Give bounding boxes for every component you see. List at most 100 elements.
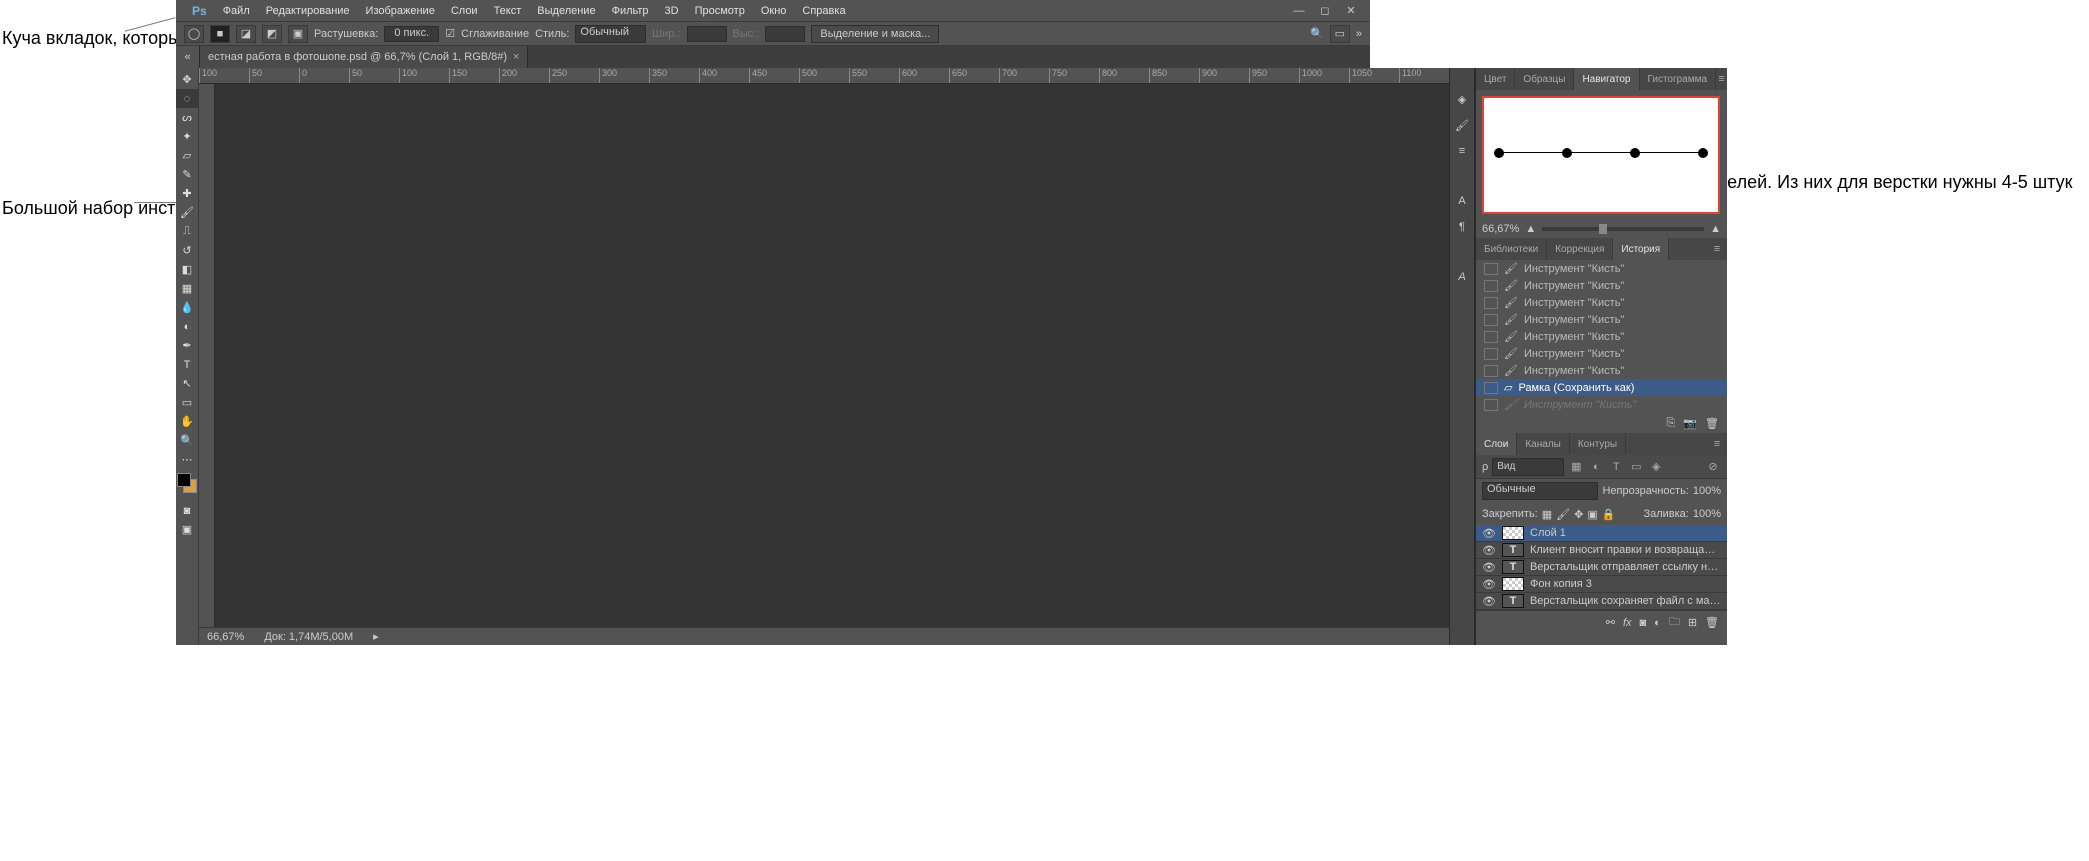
tab-adjustments[interactable]: Коррекция [1547,238,1613,260]
zoom-out-icon[interactable]: ▲ [1525,223,1536,235]
menu-layer[interactable]: Слои [443,5,486,17]
snapshot-icon[interactable]: 📷 [1683,417,1697,430]
navigator-thumbnail[interactable] [1482,96,1720,214]
lock-position-icon[interactable]: ✥ [1574,508,1583,521]
glyphs-panel-icon[interactable]: A [1450,266,1474,288]
history-item[interactable]: 🖌Инструмент "Кисть" [1476,277,1727,294]
link-layers-icon[interactable]: ⚯ [1606,616,1615,629]
layer-fx-icon[interactable]: fx [1623,617,1632,629]
history-item[interactable]: ▱Рамка (Сохранить как) [1476,379,1727,396]
eyedropper-tool[interactable]: ✎ [176,165,198,184]
panel-menu-icon[interactable]: ≡ [1707,433,1727,455]
search-icon[interactable]: ρ [1482,461,1488,473]
color-swatches[interactable] [177,473,197,493]
healing-brush-tool[interactable]: ✚ [176,184,198,203]
new-group-icon[interactable]: 🗀 [1669,613,1680,632]
hand-tool[interactable]: ✋ [176,412,198,431]
layer-name[interactable]: Верстальщик отправляет ссылку на сверста… [1530,561,1721,573]
lasso-tool[interactable]: ᔕ [176,108,198,127]
blur-tool[interactable]: 💧 [176,298,198,317]
style-select[interactable]: Обычный [575,25,646,43]
search-icon[interactable]: 🔍 [1310,27,1324,40]
antialias-checkbox[interactable]: ☑ [445,27,455,40]
workspace-switcher-icon[interactable]: ▭ [1330,25,1350,43]
path-select-tool[interactable]: ↖ [176,374,198,393]
brush-tool[interactable]: 🖌 [176,203,198,222]
paragraph-panel-icon[interactable]: ¶ [1450,216,1474,238]
layer-row[interactable]: 👁TКлиент вносит правки и возвращает диза… [1476,542,1727,559]
expand-panels-icon[interactable]: » [1356,28,1362,40]
new-layer-icon[interactable]: ⊞ [1688,616,1697,629]
visibility-toggle-icon[interactable]: 👁 [1482,578,1496,591]
history-item[interactable]: 🖌Инструмент "Кисть" [1476,362,1727,379]
foreground-color-swatch[interactable] [177,473,191,487]
eraser-tool[interactable]: ◧ [176,260,198,279]
filter-adjust-icon[interactable]: ◐ [1588,459,1604,475]
lock-all-icon[interactable]: 🔒 [1602,508,1616,521]
menu-image[interactable]: Изображение [358,5,443,17]
edit-toolbar[interactable]: ⋯ [176,450,198,469]
history-item[interactable]: 🖌Инструмент "Кисть" [1476,311,1727,328]
canvas[interactable] [215,84,1449,627]
history-item[interactable]: 🖌Инструмент "Кисть" [1476,294,1727,311]
layer-filter-kind-select[interactable]: Вид [1492,458,1564,476]
zoom-tool[interactable]: 🔍 [176,431,198,450]
tab-history[interactable]: История [1613,238,1669,260]
menu-type[interactable]: Текст [486,5,530,17]
add-selection-icon[interactable]: ◪ [236,25,256,43]
layer-name[interactable]: Слой 1 [1530,527,1566,539]
magic-wand-tool[interactable]: ✦ [176,127,198,146]
tab-swatches[interactable]: Образцы [1515,68,1574,90]
fill-value[interactable]: 100% [1693,508,1721,520]
layer-row[interactable]: 👁 Фон копия 3 [1476,576,1727,593]
quickmask-toggle[interactable]: ◙ [176,501,198,520]
layer-mask-icon[interactable]: ◙ [1640,617,1647,629]
lock-transparency-icon[interactable]: ▦ [1542,508,1552,521]
delete-state-icon[interactable]: 🗑 [1705,417,1719,430]
layer-row[interactable]: 👁TВерстальщик отправляет ссылку на сверс… [1476,559,1727,576]
history-brush-tool[interactable]: ↺ [176,241,198,260]
tabbar-handle[interactable]: « [176,46,200,68]
lock-pixels-icon[interactable]: 🖌 [1556,508,1570,521]
layer-row[interactable]: 👁 Слой 1 [1476,525,1727,542]
close-button[interactable]: ✕ [1340,3,1362,19]
screenmode-toggle[interactable]: ▣ [176,520,198,539]
subtract-selection-icon[interactable]: ◩ [262,25,282,43]
filter-smart-icon[interactable]: ◈ [1648,459,1664,475]
visibility-toggle-icon[interactable]: 👁 [1482,561,1496,574]
brush-presets-icon[interactable]: ≡ [1450,140,1474,162]
status-chevron-icon[interactable]: ▸ [373,630,379,643]
menu-window[interactable]: Окно [753,5,795,17]
visibility-toggle-icon[interactable]: 👁 [1482,527,1496,540]
intersect-selection-icon[interactable]: ▣ [288,25,308,43]
layer-name[interactable]: Фон копия 3 [1530,578,1592,590]
filter-type-icon[interactable]: T [1608,459,1624,475]
status-doc-size[interactable]: Док: 1,74M/5,00M [264,631,353,643]
type-tool[interactable]: T [176,355,198,374]
dodge-tool[interactable]: ◐ [176,317,198,336]
dock-icon-1[interactable]: ◈ [1450,88,1474,110]
menu-help[interactable]: Справка [794,5,853,17]
filter-toggle-icon[interactable]: ⊘ [1705,459,1721,475]
history-item[interactable]: 🖌Инструмент "Кисть" [1476,345,1727,362]
brush-panel-icon[interactable]: 🖌 [1450,114,1474,136]
status-zoom[interactable]: 66,67% [207,631,244,643]
history-item[interactable]: 🖌Инструмент "Кисть" [1476,260,1727,277]
menu-select[interactable]: Выделение [529,5,603,17]
marquee-tool[interactable]: ◌ [176,89,198,108]
tab-histogram[interactable]: Гистограмма [1640,68,1717,90]
tab-libraries[interactable]: Библиотеки [1476,238,1547,260]
tab-navigator[interactable]: Навигатор [1574,68,1639,90]
layer-name[interactable]: Верстальщик сохраняет файл с макетом и в… [1530,595,1721,607]
clone-stamp-tool[interactable]: ⎍ [176,222,198,241]
menu-3d[interactable]: 3D [657,5,687,17]
document-tab[interactable]: естная работа в фотошопе.psd @ 66,7% (Сл… [200,46,528,68]
character-panel-icon[interactable]: A [1450,190,1474,212]
select-and-mask-button[interactable]: Выделение и маска... [811,25,939,43]
visibility-toggle-icon[interactable]: 👁 [1482,595,1496,608]
new-document-from-state-icon[interactable]: ⎘ [1667,417,1676,430]
rectangle-shape-tool[interactable]: ▭ [176,393,198,412]
marquee-mode-icon[interactable]: ◯ [184,25,204,43]
zoom-slider[interactable] [1542,227,1704,231]
layer-row[interactable]: 👁TВерстальщик сохраняет файл с макетом и… [1476,593,1727,610]
